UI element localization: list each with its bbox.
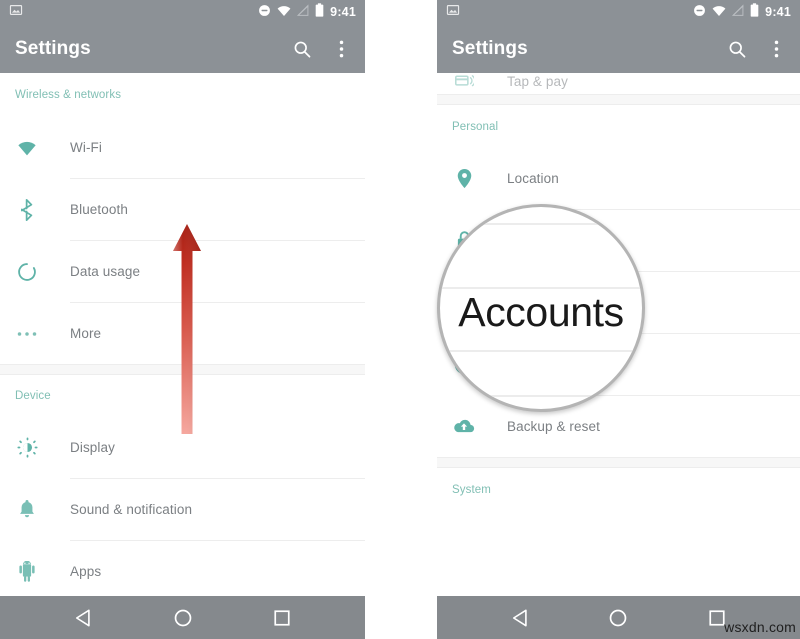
android-robot-icon xyxy=(15,560,39,584)
section-header-wireless: Wireless & networks xyxy=(15,89,122,101)
section-header-device: Device xyxy=(15,390,51,402)
more-options-icon[interactable] xyxy=(765,38,787,60)
list-item-apps[interactable]: Apps xyxy=(0,541,365,602)
list-item-location[interactable]: Location xyxy=(437,148,800,209)
more-options-icon[interactable] xyxy=(330,38,352,60)
list-item-label: Backup & reset xyxy=(507,419,600,434)
backup-cloud-icon xyxy=(452,415,476,439)
list-item-security[interactable]: Security xyxy=(437,210,800,271)
home-circle-icon[interactable] xyxy=(167,602,199,634)
image-icon xyxy=(9,3,23,22)
screenshot-root: 9:41 Settings Wireless & networks Wi-Fi … xyxy=(0,0,800,639)
phone-left: 9:41 Settings Wireless & networks Wi-Fi … xyxy=(0,0,365,639)
list-item-more[interactable]: More xyxy=(0,303,365,364)
toolbar-right: Settings xyxy=(437,25,800,73)
list-item-language-input[interactable]: Language & input xyxy=(437,334,800,395)
list-item-label: Wi-Fi xyxy=(70,140,102,155)
list-item-display[interactable]: Display xyxy=(0,417,365,478)
list-item-label: Bluetooth xyxy=(70,202,128,217)
search-icon[interactable] xyxy=(726,38,748,60)
do-not-disturb-icon xyxy=(693,4,706,22)
list-item-wifi[interactable]: Wi-Fi xyxy=(0,117,365,178)
wifi-icon xyxy=(712,4,726,22)
list-item-bluetooth[interactable]: Bluetooth xyxy=(0,179,365,240)
settings-list-right[interactable]: Tap & pay Personal Location Security Acc… xyxy=(437,68,800,511)
list-item-data-usage[interactable]: Data usage xyxy=(0,241,365,302)
cellular-off-icon xyxy=(297,3,309,22)
watermark: wsxdn.com xyxy=(724,619,796,635)
list-item-label: Apps xyxy=(70,564,102,579)
status-icons-right: 9:41 xyxy=(693,3,791,22)
list-item-label: Sound & notification xyxy=(70,502,193,517)
status-time: 9:41 xyxy=(765,5,791,20)
wifi-icon xyxy=(15,136,39,160)
back-triangle-icon[interactable] xyxy=(504,602,536,634)
display-brightness-icon xyxy=(15,436,39,460)
list-item-accounts[interactable]: Accounts xyxy=(437,272,800,333)
search-icon[interactable] xyxy=(291,38,313,60)
globe-icon xyxy=(452,353,476,377)
nav-bar-left xyxy=(0,596,365,639)
home-circle-icon[interactable] xyxy=(602,602,634,634)
list-item-label: Accounts xyxy=(507,295,564,310)
bluetooth-icon xyxy=(15,198,39,222)
list-item-label: Location xyxy=(507,171,559,186)
bell-icon xyxy=(15,498,39,522)
list-item-label: Display xyxy=(70,440,115,455)
list-item-sound-notification[interactable]: Sound & notification xyxy=(0,479,365,540)
phone-right: 9:41 Settings Tap & pay Personal Locatio… xyxy=(437,0,800,639)
do-not-disturb-icon xyxy=(258,4,271,22)
list-item-label: More xyxy=(70,326,102,341)
back-triangle-icon[interactable] xyxy=(68,602,100,634)
section-gap xyxy=(437,457,800,468)
more-dots-icon xyxy=(15,322,39,346)
cellular-off-icon xyxy=(732,3,744,22)
recents-square-icon[interactable] xyxy=(266,602,298,634)
list-item-label: Language & input xyxy=(507,357,615,372)
list-item-label: Security xyxy=(507,233,557,248)
security-lock-icon xyxy=(452,229,476,253)
image-icon xyxy=(446,3,460,22)
section-gap xyxy=(0,364,365,375)
battery-icon xyxy=(315,3,324,22)
location-pin-icon xyxy=(452,167,476,191)
status-bar-left: 9:41 xyxy=(0,0,365,25)
status-notifications-right xyxy=(446,3,460,22)
section-gap xyxy=(437,94,800,105)
battery-icon xyxy=(750,3,759,22)
section-header-system: System xyxy=(452,483,491,496)
status-icons-left: 9:41 xyxy=(258,3,356,22)
page-title: Settings xyxy=(15,38,91,59)
page-title: Settings xyxy=(452,38,528,59)
status-bar-right: 9:41 xyxy=(437,0,800,25)
wifi-icon xyxy=(277,4,291,22)
list-item-label: Tap & pay xyxy=(507,73,568,89)
settings-list-left[interactable]: Wireless & networks Wi-Fi Bluetooth Data… xyxy=(0,73,365,603)
list-item-label: Data usage xyxy=(70,264,141,279)
toolbar-left: Settings xyxy=(0,25,365,73)
toolbar-actions-left xyxy=(291,38,352,60)
data-usage-icon xyxy=(15,260,39,284)
toolbar-actions-right xyxy=(726,38,787,60)
status-time: 9:41 xyxy=(330,5,356,20)
accounts-icon xyxy=(452,291,476,315)
list-item-backup-reset[interactable]: Backup & reset xyxy=(437,396,800,457)
section-header-personal: Personal xyxy=(452,120,499,133)
status-notifications-left xyxy=(9,3,23,22)
